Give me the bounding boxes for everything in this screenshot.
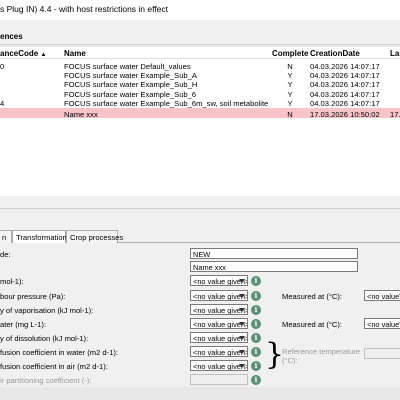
info-icon[interactable]: i bbox=[251, 375, 261, 385]
column-header-creation-date[interactable]: CreationDate bbox=[310, 49, 390, 58]
code-field[interactable]: NEW bbox=[190, 248, 358, 259]
info-icon[interactable]: i bbox=[251, 291, 261, 301]
column-header-code[interactable]: anceCode ▲ bbox=[0, 49, 60, 58]
cell-complete: Y bbox=[287, 99, 293, 108]
tab-general[interactable]: n bbox=[0, 230, 12, 243]
cell-creation-date: 04.03.2026 14:07:17 bbox=[310, 99, 380, 108]
cell-name: FOCUS surface water Example_Sub_6m_sw, s… bbox=[64, 99, 270, 108]
diffusion-water-field[interactable]: <no value given> bbox=[190, 346, 248, 357]
cell-code: 4 bbox=[0, 99, 5, 108]
info-icon[interactable]: i bbox=[251, 347, 261, 357]
window-title: s Plug IN) 4.4 - with host restrictions … bbox=[0, 4, 169, 14]
partitioning-label: ir partitioning coefficient (-): bbox=[0, 376, 92, 385]
sort-ascending-icon: ▲ bbox=[40, 52, 47, 58]
name-field[interactable]: Name xxx bbox=[190, 261, 358, 272]
info-icon[interactable]: i bbox=[251, 319, 261, 329]
diffusion-air-field[interactable]: <no value given> bbox=[190, 360, 248, 371]
bottom-panel bbox=[0, 387, 400, 400]
vapour-pressure-label: bour pressure (Pa): bbox=[0, 292, 66, 301]
dissolution-field[interactable]: <no value given> bbox=[190, 332, 248, 343]
reference-temperature-label: Reference temperature bbox=[282, 347, 361, 356]
solubility-temp-field[interactable]: <no value bbox=[364, 318, 400, 329]
cell-last: 17. bbox=[390, 110, 400, 119]
tab-transformation[interactable]: Transformation bbox=[12, 230, 67, 243]
table-row[interactable]: FOCUS surface water Example_Sub_H Y 04.0… bbox=[0, 78, 400, 89]
info-icon[interactable]: i bbox=[251, 276, 261, 286]
title-bar: s Plug IN) 4.4 - with host restrictions … bbox=[0, 0, 400, 20]
tab-crop-processes[interactable]: Crop processes bbox=[66, 230, 123, 243]
vaporisation-field[interactable]: <no value given> bbox=[190, 304, 248, 315]
molar-mass-label: mol-1): bbox=[0, 277, 24, 286]
diffusion-air-label: fusion coefficient in air (m2 d-1): bbox=[0, 362, 108, 371]
column-header-last[interactable]: Las bbox=[390, 49, 400, 58]
cell-complete: N bbox=[287, 110, 293, 119]
code-label: de: bbox=[0, 250, 11, 259]
column-header-name[interactable]: Name bbox=[64, 49, 270, 58]
table-row[interactable]: 4 FOCUS surface water Example_Sub_6m_sw,… bbox=[0, 97, 400, 108]
info-icon[interactable]: i bbox=[251, 361, 261, 371]
solubility-label: ater (mg L-1): bbox=[0, 320, 46, 329]
info-icon[interactable]: i bbox=[251, 333, 261, 343]
grid-header: anceCode ▲ Name Complete CreationDate La… bbox=[0, 47, 400, 59]
info-icon[interactable]: i bbox=[251, 305, 261, 315]
vaporisation-label: y of vaporisation (kJ mol-1): bbox=[0, 306, 94, 315]
measured-at-label: Measured at (°C): bbox=[282, 320, 343, 329]
column-header-complete[interactable]: Complete bbox=[272, 49, 308, 58]
substances-grid[interactable]: anceCode ▲ Name Complete CreationDate La… bbox=[0, 46, 400, 196]
partitioning-field bbox=[190, 374, 248, 385]
tab-strip: n Transformation Crop processes bbox=[0, 230, 400, 243]
section-divider bbox=[0, 44, 400, 45]
panel-splitter[interactable] bbox=[0, 200, 400, 209]
reference-temperature-unit-label: (°C): bbox=[282, 356, 298, 365]
vapour-pressure-field[interactable]: <no value given> bbox=[190, 290, 248, 301]
molar-mass-field[interactable]: <no value given> bbox=[190, 275, 248, 286]
solubility-field[interactable]: <no value given> bbox=[190, 318, 248, 329]
table-row-selected[interactable]: Name xxx N 17.03.2026 10:50:02 17. bbox=[0, 108, 400, 119]
dissolution-label: y of dissolution (kJ mol-1): bbox=[0, 334, 89, 343]
vapour-pressure-temp-field[interactable]: <no value bbox=[364, 290, 400, 301]
cell-creation-date: 17.03.2026 10:50:02 bbox=[310, 110, 380, 119]
section-label: ences bbox=[0, 32, 23, 41]
diffusion-water-label: fusion coefficient in water (m2 d-1): bbox=[0, 348, 119, 357]
measured-at-label: Measured at (°C): bbox=[282, 292, 343, 301]
cell-name: Name xxx bbox=[64, 110, 98, 119]
reference-temperature-field bbox=[364, 348, 400, 359]
